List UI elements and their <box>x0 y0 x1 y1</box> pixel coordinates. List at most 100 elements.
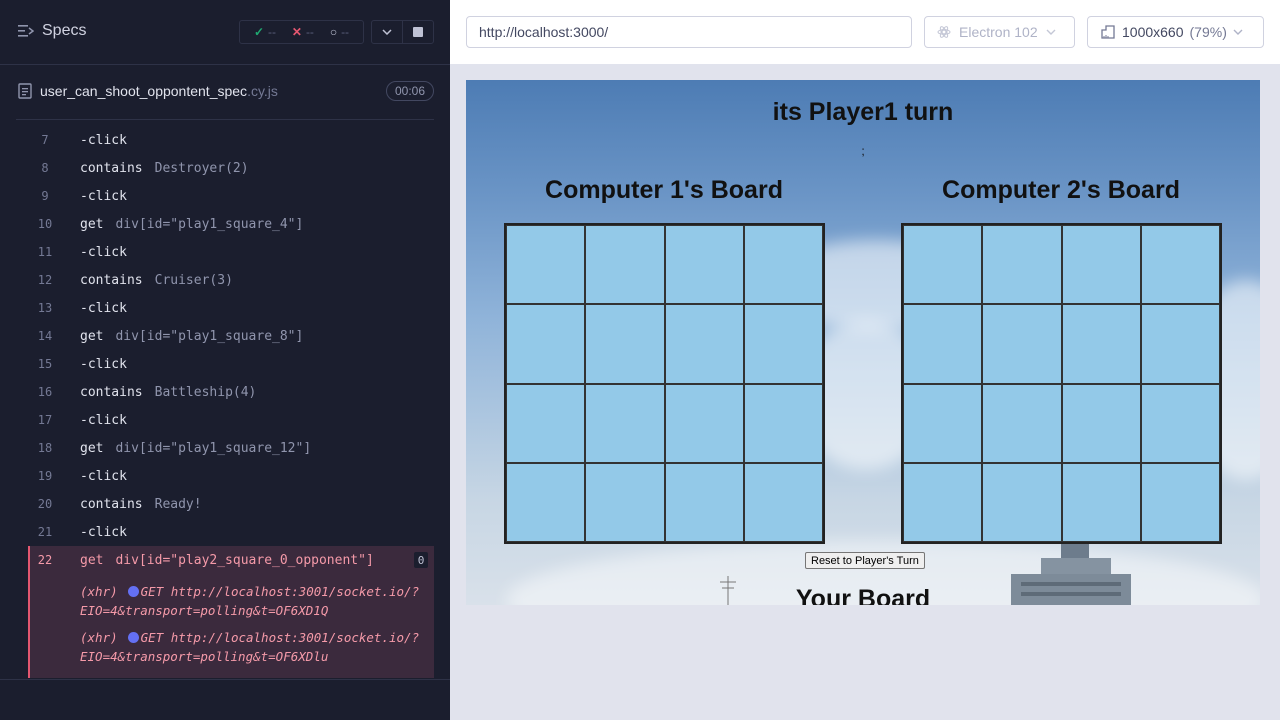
your-board-title: Your Board <box>795 585 931 605</box>
command-number: 18 <box>37 441 53 455</box>
board-square[interactable] <box>982 225 1062 305</box>
command-name: get <box>80 552 104 568</box>
xhr-prefix: (xhr) <box>80 630 118 645</box>
board-square[interactable] <box>743 383 823 463</box>
board-square[interactable] <box>903 383 983 463</box>
browser-name: Electron 102 <box>959 24 1038 40</box>
command-number: 11 <box>37 245 53 259</box>
passed-stat: ✓ -- <box>254 25 276 39</box>
board-square[interactable] <box>1061 304 1141 384</box>
command-number: 10 <box>37 217 53 231</box>
board-square[interactable] <box>743 462 823 542</box>
command-count-badge: 0 <box>414 552 428 568</box>
xhr-entry[interactable]: (xhr) GET http://localhost:3001/socket.io… <box>80 628 420 666</box>
board-square[interactable] <box>982 304 1062 384</box>
command-row[interactable]: 17 -click <box>30 406 434 434</box>
board-square[interactable] <box>664 462 744 542</box>
command-arg: Destroyer(2) <box>154 160 249 176</box>
command-name: get <box>80 216 104 232</box>
spec-file[interactable]: user_can_shoot_oppontent_spec.cy.js <box>18 83 278 99</box>
board-square[interactable] <box>664 225 744 305</box>
command-arg: Battleship(4) <box>154 384 257 400</box>
board-square[interactable] <box>585 383 665 463</box>
command-number: 16 <box>37 385 53 399</box>
run-controls <box>371 20 434 44</box>
command-name: -click <box>80 244 127 260</box>
command-name: -click <box>80 524 127 540</box>
xhr-entry[interactable]: (xhr) GET http://localhost:3001/socket.io… <box>80 582 420 620</box>
command-number: 7 <box>41 133 49 147</box>
board-square[interactable] <box>743 304 823 384</box>
board-square[interactable] <box>903 225 983 305</box>
board-square[interactable] <box>506 304 586 384</box>
board-square[interactable] <box>506 383 586 463</box>
board-square[interactable] <box>506 225 586 305</box>
board-square[interactable] <box>1061 383 1141 463</box>
command-row[interactable]: 21 -click <box>30 518 434 546</box>
chevron-down-icon <box>382 29 392 35</box>
command-arg: div[id="play1_square_8"] <box>115 328 304 344</box>
board-square[interactable] <box>903 462 983 542</box>
command-row[interactable]: 7 -click <box>30 126 434 154</box>
command-number: 21 <box>37 525 53 539</box>
stop-button[interactable] <box>402 21 433 43</box>
command-row[interactable]: 14 get div[id="play1_square_8"] <box>30 322 434 350</box>
command-row[interactable]: 9 -click <box>30 182 434 210</box>
board-square[interactable] <box>585 304 665 384</box>
board-square[interactable] <box>982 462 1062 542</box>
failed-count: -- <box>305 25 314 39</box>
command-row[interactable]: 10 get div[id="play1_square_4"] <box>30 210 434 238</box>
collapse-button[interactable] <box>372 21 402 43</box>
command-row[interactable]: 8 contains Destroyer(2) <box>30 154 434 182</box>
board-square[interactable] <box>903 304 983 384</box>
browser-selector[interactable]: Electron 102 <box>924 16 1075 48</box>
viewport-size: 1000x660 <box>1122 24 1184 40</box>
board-square[interactable] <box>1140 462 1220 542</box>
computer2-board <box>901 223 1222 544</box>
command-arg: div[id="play2_square_0_opponent"] <box>115 552 374 568</box>
xhr-line1: GET http://localhost:3001/socket.io/? <box>140 630 420 645</box>
board-square[interactable] <box>1140 383 1220 463</box>
command-row[interactable]: 15 -click <box>30 350 434 378</box>
command-arg: Ready! <box>154 496 202 512</box>
specs-nav-button[interactable]: Specs <box>18 22 86 40</box>
command-name: -click <box>80 412 127 428</box>
active-command[interactable]: 22 get div[id="play2_square_0_opponent"]… <box>28 546 434 574</box>
command-log: 7 -click 8 contains Destroyer(2) 9 -click 10 get… <box>28 126 434 678</box>
board-square[interactable] <box>506 462 586 542</box>
command-number: 15 <box>37 357 53 371</box>
command-arg: Cruiser(3) <box>154 272 233 288</box>
command-row[interactable]: 19 -click <box>30 462 434 490</box>
board-square[interactable] <box>982 383 1062 463</box>
spec-name: user_can_shoot_oppontent_spec <box>40 83 248 99</box>
board-square[interactable] <box>1061 225 1141 305</box>
command-name: -click <box>80 468 127 484</box>
command-row[interactable]: 11 -click <box>30 238 434 266</box>
command-row[interactable]: 16 contains Battleship(4) <box>30 378 434 406</box>
command-name: contains <box>80 384 143 400</box>
url-bar[interactable]: http://localhost:3000/ <box>466 16 912 48</box>
command-row[interactable]: 12 contains Cruiser(3) <box>30 266 434 294</box>
command-number: 8 <box>41 161 49 175</box>
app-under-test-frame: its Player1 turn ; Computer 1's Board Co… <box>466 80 1260 605</box>
board-square[interactable] <box>664 383 744 463</box>
command-arg: div[id="play1_square_12"] <box>115 440 312 456</box>
failed-stat: ✕ -- <box>292 25 314 39</box>
board-square[interactable] <box>585 462 665 542</box>
pending-count: -- <box>341 25 350 39</box>
board-square[interactable] <box>585 225 665 305</box>
chevron-down-icon <box>1046 29 1056 35</box>
viewport-selector[interactable]: 1000x660 (79%) <box>1087 16 1264 48</box>
command-row[interactable]: 20 contains Ready! <box>30 490 434 518</box>
reset-turn-button[interactable]: Reset to Player's Turn <box>805 552 925 569</box>
command-row[interactable]: 18 get div[id="play1_square_12"] <box>30 434 434 462</box>
xhr-status-dot-icon <box>127 632 139 643</box>
command-row[interactable]: 13 -click <box>30 294 434 322</box>
board-square[interactable] <box>1140 225 1220 305</box>
command-name: get <box>80 440 104 456</box>
board-square[interactable] <box>743 225 823 305</box>
board-square[interactable] <box>1140 304 1220 384</box>
check-icon: ✓ <box>253 25 264 39</box>
board-square[interactable] <box>664 304 744 384</box>
board-square[interactable] <box>1061 462 1141 542</box>
